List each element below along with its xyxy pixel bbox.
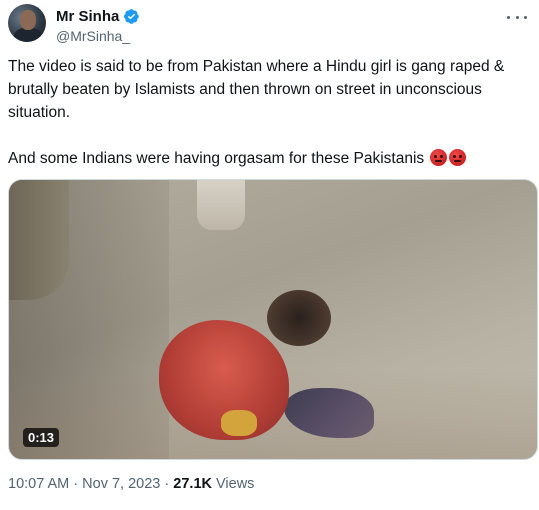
tweet-card: Mr Sinha @MrSinha_ The video is said to … xyxy=(0,0,539,510)
avatar-face xyxy=(20,10,36,30)
video-duration-badge: 0:13 xyxy=(23,428,60,447)
angry-face-icon xyxy=(449,149,467,166)
more-horizontal-icon[interactable] xyxy=(507,10,527,24)
tweet-paragraph-2: And some Indians were having orgasam for… xyxy=(8,147,528,170)
views-count[interactable]: 27.1K xyxy=(173,476,212,492)
views-label: Views xyxy=(216,476,255,492)
angry-face-icon xyxy=(430,149,448,166)
video-frame-figure xyxy=(159,290,374,440)
tweet-text: The video is said to be from Pakistan wh… xyxy=(8,55,528,170)
verified-badge-icon xyxy=(124,9,140,24)
tweet-paragraph-2-text: And some Indians were having orgasam for… xyxy=(8,150,425,167)
avatar-body xyxy=(14,28,42,42)
avatar[interactable] xyxy=(8,4,46,42)
tweet-paragraph-1: The video is said to be from Pakistan wh… xyxy=(8,58,505,121)
meta-separator: · xyxy=(73,476,79,492)
tweet-date[interactable]: Nov 7, 2023 xyxy=(82,476,160,492)
tweet-meta: 10:07 AM · Nov 7, 2023 · 27.1K Views xyxy=(8,476,254,492)
handle[interactable]: @MrSinha_ xyxy=(56,28,130,44)
meta-separator: · xyxy=(164,476,170,492)
name-row: Mr Sinha xyxy=(56,8,140,25)
tweet-time[interactable]: 10:07 AM xyxy=(8,476,69,492)
display-name[interactable]: Mr Sinha xyxy=(56,8,119,25)
video-frame-dog xyxy=(197,180,245,230)
video-player[interactable]: 0:13 xyxy=(8,179,538,460)
tweet-header: Mr Sinha @MrSinha_ xyxy=(8,4,531,44)
video-frame-tree xyxy=(9,180,69,300)
